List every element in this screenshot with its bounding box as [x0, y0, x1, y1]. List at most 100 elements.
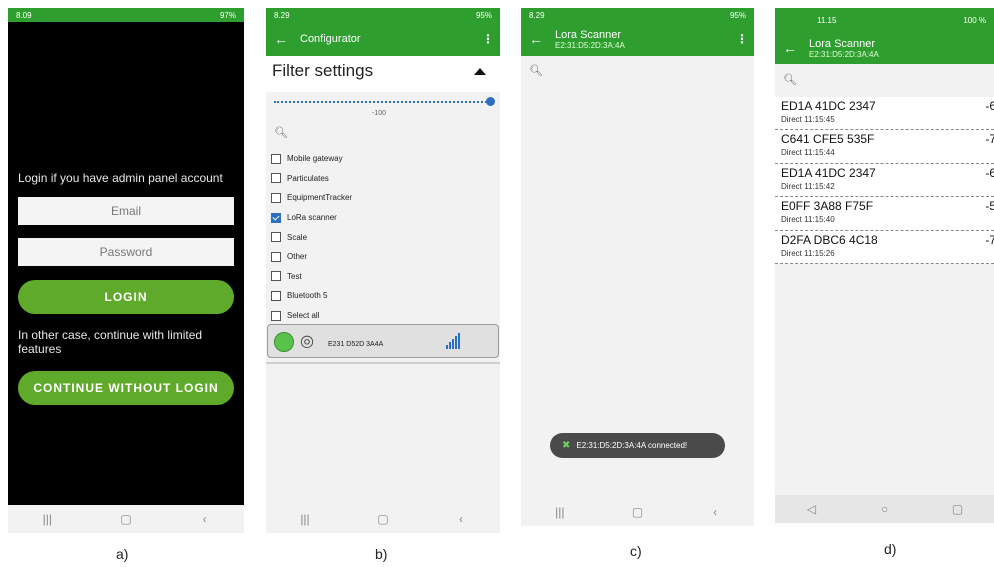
login-button[interactable]: LOGIN: [18, 280, 234, 314]
divider: [266, 362, 500, 364]
search-icon[interactable]: 🔍︎: [274, 126, 288, 139]
back-arrow-icon[interactable]: ←: [529, 31, 555, 47]
checkbox-row[interactable]: Select all: [271, 306, 352, 326]
checkbox[interactable]: [271, 271, 281, 282]
device-type-checkbox-list: Mobile gateway Particulates EquipmentTrack…: [271, 149, 352, 325]
list-item[interactable]: E0FF 3A88 F75F Direct 11:15:40 -5: [775, 197, 994, 231]
status-time: 11.15: [817, 15, 837, 25]
checkbox-label: Other: [287, 252, 308, 262]
checkbox-label: Test: [287, 271, 302, 281]
checkbox[interactable]: [271, 192, 281, 203]
checkbox-label: Select all: [287, 311, 320, 321]
checkbox-row[interactable]: Test: [271, 267, 352, 287]
list-item[interactable]: C641 CFE5 535F Direct 11:15:44 -7: [775, 130, 994, 164]
checkbox-row[interactable]: Other: [271, 247, 352, 267]
rssi-value: -6: [985, 165, 994, 180]
app-bar-subtitle: E2:31:D5:2D:3A:4A: [809, 49, 879, 59]
rssi-value: -5: [985, 199, 994, 214]
system-nav-bar: ◁ ○ ▢: [775, 495, 994, 523]
checkbox[interactable]: [271, 153, 281, 164]
signal-bars-icon: [446, 333, 460, 349]
other-case-text: In other case, continue with limited fea…: [18, 328, 203, 356]
timestamp: 11:15:44: [804, 148, 835, 158]
device-id: ED1A 41DC 2347: [781, 99, 876, 113]
status-dot-icon: [274, 332, 294, 352]
app-bar: ← Lora Scanner E2:31:D5:2D:3A:4A ⋮: [521, 22, 754, 56]
device-card[interactable]: ◎ E231 D52D 3A4A: [267, 324, 499, 358]
device-id: C641 CFE5 535F: [781, 132, 875, 147]
checkbox[interactable]: [271, 290, 281, 301]
toast-message: E2:31:D5:2D:3A:4A connected!: [576, 441, 688, 450]
nav-recents-icon[interactable]: |||: [548, 505, 572, 519]
status-battery: 95%: [475, 10, 492, 20]
checkbox-row[interactable]: EquipmentTracker: [271, 188, 352, 208]
phone-screen-configurator: 8.29 95% ← Configurator ⋮ Filter setting…: [266, 8, 500, 533]
nav-back-icon[interactable]: ‹: [449, 512, 473, 526]
caption-c: c): [630, 543, 642, 559]
connection-type: Direct: [781, 215, 802, 225]
status-bar: 8.29 95%: [521, 8, 754, 22]
status-time: 8.29: [529, 10, 545, 20]
rssi-slider-thumb[interactable]: [486, 97, 495, 106]
status-battery: 97%: [219, 10, 236, 20]
nav-back-icon[interactable]: ‹: [703, 505, 727, 519]
item-meta: Direct 11:15:40: [781, 215, 835, 224]
checkbox-label: Scale: [287, 232, 308, 242]
checkbox[interactable]: [271, 173, 281, 184]
device-id: E231 D52D 3A4A: [328, 341, 384, 348]
list-item[interactable]: D2FA DBC6 4C18 Direct 11:15:26 -7: [775, 231, 994, 264]
rssi-slider-track[interactable]: [274, 101, 490, 103]
nav-home-icon[interactable]: ▢: [625, 505, 649, 519]
collapse-caret-icon[interactable]: [474, 68, 486, 75]
nav-home-icon[interactable]: ▢: [114, 512, 138, 526]
checkbox-row[interactable]: Mobile gateway: [271, 149, 352, 169]
back-arrow-icon[interactable]: ←: [783, 40, 809, 56]
checkbox[interactable]: [271, 251, 281, 262]
search-icon[interactable]: 🔍︎: [529, 64, 543, 77]
filter-settings-title: Filter settings: [272, 61, 374, 80]
nav-back-icon[interactable]: ◁: [800, 502, 824, 516]
app-bar: ← Configurator ⋮: [266, 22, 500, 56]
overflow-menu-icon[interactable]: ⋮: [736, 32, 748, 46]
device-id: ED1A 41DC 2347: [781, 165, 876, 180]
scan-result-list: ED1A 41DC 2347 Direct 11:15:45 -6 C641 CFE5…: [775, 97, 994, 264]
timestamp: 11:15:42: [804, 181, 835, 191]
checkbox-row[interactable]: Scale: [271, 227, 352, 247]
phone-screen-lora-scanner-list: 11.15 100 % ← Lora Scanner E2:31:D5:2D:3…: [775, 8, 994, 523]
checkbox[interactable]: [271, 232, 281, 243]
rssi-value: -7: [985, 232, 994, 247]
list-item[interactable]: ED1A 41DC 2347 Direct 11:15:42 -6: [775, 164, 994, 198]
checkbox-row[interactable]: LoRa scanner: [271, 208, 352, 228]
caption-b: b): [375, 546, 388, 562]
back-arrow-icon[interactable]: ←: [274, 31, 300, 47]
item-meta: Direct 11:15:42: [781, 182, 835, 191]
checkbox[interactable]: [271, 310, 281, 321]
nav-recents-icon[interactable]: |||: [35, 512, 59, 526]
nav-back-icon[interactable]: ‹: [193, 512, 217, 526]
checkbox[interactable]: [271, 212, 281, 223]
checkbox-row[interactable]: Bluetooth 5: [271, 286, 352, 306]
status-bar: 8.29 95%: [266, 8, 500, 22]
phone-screen-lora-scanner-empty: 8.29 95% ← Lora Scanner E2:31:D5:2D:3A:4…: [521, 8, 754, 526]
checkbox-row[interactable]: Particulates: [271, 169, 352, 189]
nav-home-icon[interactable]: ○: [873, 502, 897, 516]
list-item[interactable]: ED1A 41DC 2347 Direct 11:15:45 -6: [775, 97, 994, 131]
nav-recents-icon[interactable]: ▢: [946, 502, 970, 516]
connected-toast: ✖ E2:31:D5:2D:3A:4A connected!: [550, 433, 725, 458]
email-field[interactable]: [18, 197, 234, 225]
search-icon[interactable]: 🔍︎: [783, 73, 797, 86]
app-bar-title: Lora Scanner: [555, 28, 622, 41]
overflow-menu-icon[interactable]: ⋮: [482, 32, 494, 46]
rssi-value: -7: [985, 132, 994, 147]
password-field[interactable]: [18, 238, 234, 266]
device-id: E0FF 3A88 F75F: [781, 199, 874, 214]
status-bar: 11.15 100 %: [775, 8, 994, 32]
nav-recents-icon[interactable]: |||: [293, 512, 317, 526]
continue-without-login-button[interactable]: CONTINUE WITHOUT LOGIN: [18, 371, 234, 405]
item-meta: Direct 11:15:45: [781, 115, 835, 124]
status-time: 8.09: [16, 10, 32, 20]
filter-settings-header[interactable]: Filter settings: [266, 56, 500, 92]
nav-home-icon[interactable]: ▢: [371, 512, 395, 526]
checkbox-label: Mobile gateway: [287, 154, 343, 164]
timestamp: 11:15:45: [804, 115, 835, 124]
